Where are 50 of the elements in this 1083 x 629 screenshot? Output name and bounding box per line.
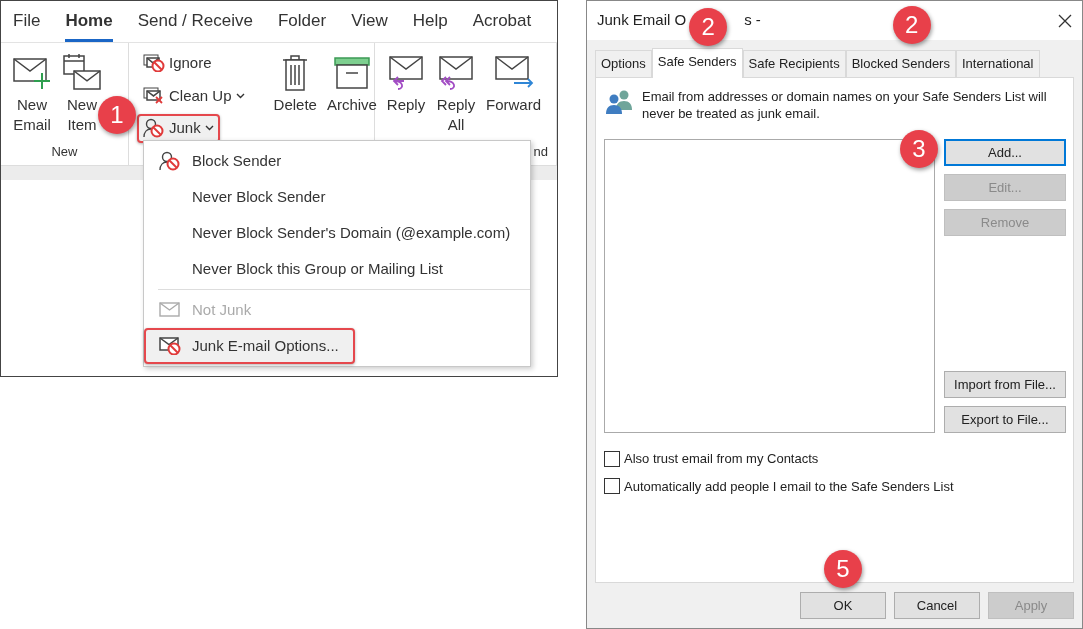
dialog-tab[interactable]: Safe Recipients: [742, 50, 846, 77]
person-block-icon: [143, 118, 165, 139]
window-title: s -: [744, 10, 761, 31]
ribbon-button[interactable]: Archive: [323, 49, 380, 117]
checkbox[interactable]: [604, 478, 620, 495]
ribbon-tab[interactable]: File: [13, 0, 41, 42]
close-icon[interactable]: [1058, 13, 1072, 28]
ribbon-button[interactable]: Junk: [137, 114, 220, 143]
dialog-button[interactable]: Cancel: [894, 591, 980, 619]
ribbon-button[interactable]: Clean Up: [137, 81, 251, 110]
menu-item[interactable]: Never Block Sender: [144, 179, 530, 215]
dialog-button[interactable]: OK: [800, 591, 886, 619]
envelope-block-icon: [143, 54, 165, 73]
description-text: Email from addresses or domain names on your Safe Senders List will never be treated as junk email.: [642, 87, 1048, 123]
envelope-cross-icon: [143, 86, 165, 105]
window-title: Junk Email O: [597, 10, 687, 31]
ribbon-tab[interactable]: Help: [412, 0, 448, 42]
checkbox-label: Also trust email from my Contacts: [624, 450, 819, 468]
callout-badge: 3: [900, 130, 938, 168]
group-label: New: [51, 142, 78, 161]
menu-item[interactable]: Junk E-mail Options...: [144, 328, 355, 364]
dialog-button[interactable]: Add...: [944, 139, 1066, 166]
menu-item[interactable]: Block Sender: [144, 143, 530, 179]
ribbon-tab[interactable]: Send / Receive: [137, 0, 253, 42]
person-block-icon: [159, 151, 181, 171]
checkbox-label: Automatically add people I email to the Safe Senders List: [624, 477, 954, 496]
dialog-tab[interactable]: Blocked Senders: [845, 50, 956, 77]
ribbon-button[interactable]: Ignore: [137, 49, 218, 78]
ribbon-button[interactable]: Delete: [270, 49, 320, 117]
ribbon-button[interactable]: Reply: [383, 49, 429, 117]
group-label: nd: [533, 142, 548, 161]
ribbon-tab[interactable]: Acrobat: [472, 0, 532, 42]
ribbon-button[interactable]: Forward: [483, 49, 544, 117]
dialog-button[interactable]: Import from File...: [944, 371, 1066, 398]
envelope-block-icon: [159, 337, 181, 355]
ribbon-button[interactable]: New Email: [9, 49, 55, 136]
dialog-button[interactable]: Export to File...: [944, 406, 1066, 433]
dialog-tab[interactable]: Safe Senders: [651, 48, 743, 78]
callout-badge: 1: [98, 96, 136, 134]
ribbon-tab[interactable]: View: [351, 0, 388, 42]
ribbon-button[interactable]: Reply All: [433, 49, 479, 136]
dialog-tab[interactable]: Options: [595, 50, 652, 77]
ribbon-tab[interactable]: Folder: [277, 0, 327, 42]
menu-item[interactable]: Never Block Sender's Domain (@example.com): [144, 215, 530, 251]
envelope-icon: [159, 302, 181, 318]
caret-icon: [204, 125, 214, 132]
checkbox[interactable]: [604, 450, 620, 467]
caret-icon: [235, 92, 245, 99]
menu-item[interactable]: Never Block this Group or Mailing List: [144, 251, 530, 287]
dialog-tab[interactable]: International: [955, 50, 1040, 77]
